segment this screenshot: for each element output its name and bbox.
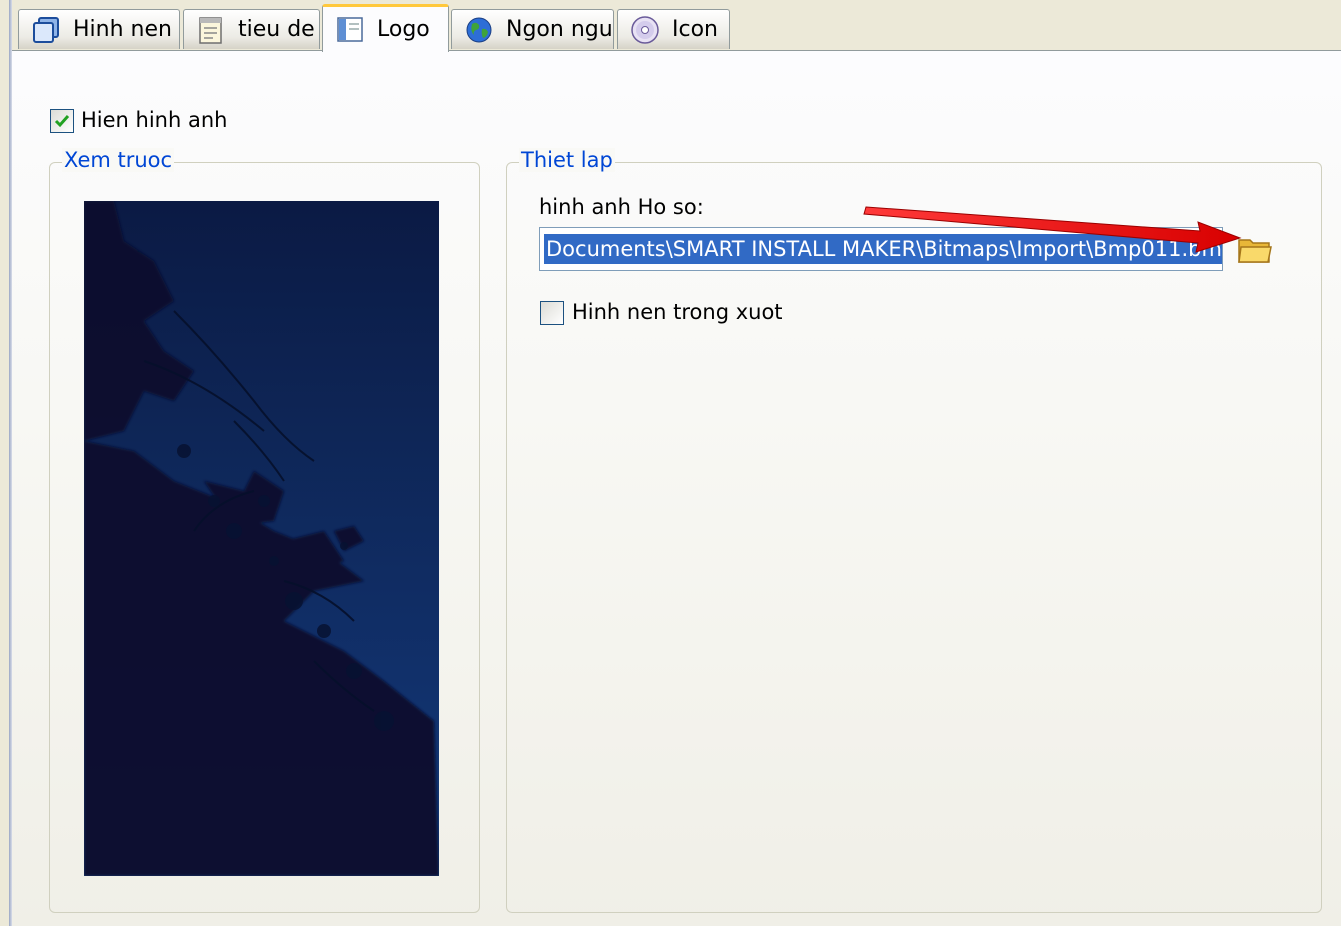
folder-icon <box>1238 239 1272 263</box>
logo-tab-panel: Hien hinh anh Xem truoc Thiet lap hinh a… <box>12 50 1341 926</box>
note-icon <box>196 15 226 45</box>
file-path-label: hinh anh Ho so: <box>539 195 704 219</box>
file-path-input[interactable]: Documents\SMART INSTALL MAKER\Bitmaps\Im… <box>539 227 1223 271</box>
tab-hinh-nen[interactable]: Hinh nen <box>18 9 180 49</box>
tab-label: Ngon ngu <box>506 17 613 42</box>
tab-label: Logo <box>377 17 430 42</box>
dialog-window: Hinh nen tieu de Logo Ngon ngu Icon Hien… <box>0 0 1341 926</box>
window-border <box>0 0 12 926</box>
preview-image <box>84 201 439 876</box>
transparent-background-checkbox[interactable] <box>540 301 564 325</box>
tab-label: tieu de <box>238 17 315 42</box>
checkmark-icon <box>54 115 70 128</box>
tab-logo[interactable]: Logo <box>322 4 449 52</box>
transparent-background-label: Hinh nen trong xuot <box>572 300 783 324</box>
show-image-checkbox[interactable] <box>50 109 74 133</box>
browse-folder-button[interactable] <box>1237 233 1273 265</box>
settings-group: Thiet lap hinh anh Ho so: Documents\SMAR… <box>506 148 1322 913</box>
tab-label: Icon <box>672 17 718 42</box>
tab-tieu-de[interactable]: tieu de <box>183 9 320 49</box>
preview-group: Xem truoc <box>49 148 480 913</box>
file-path-value: Documents\SMART INSTALL MAKER\Bitmaps\Im… <box>544 234 1222 264</box>
preview-group-title: Xem truoc <box>62 148 175 172</box>
tree-silhouette-image <box>84 201 439 876</box>
window-icon <box>31 15 61 45</box>
disc-icon <box>630 15 660 45</box>
tab-label: Hinh nen <box>73 17 172 42</box>
tab-icon[interactable]: Icon <box>617 9 730 49</box>
show-image-label: Hien hinh anh <box>81 108 228 132</box>
logo-panel-icon <box>335 15 365 45</box>
globe-icon <box>464 15 494 45</box>
tab-ngon-ngu[interactable]: Ngon ngu <box>451 9 614 49</box>
settings-group-title: Thiet lap <box>519 148 615 172</box>
tab-strip: Hinh nen tieu de Logo Ngon ngu Icon <box>12 0 1341 52</box>
